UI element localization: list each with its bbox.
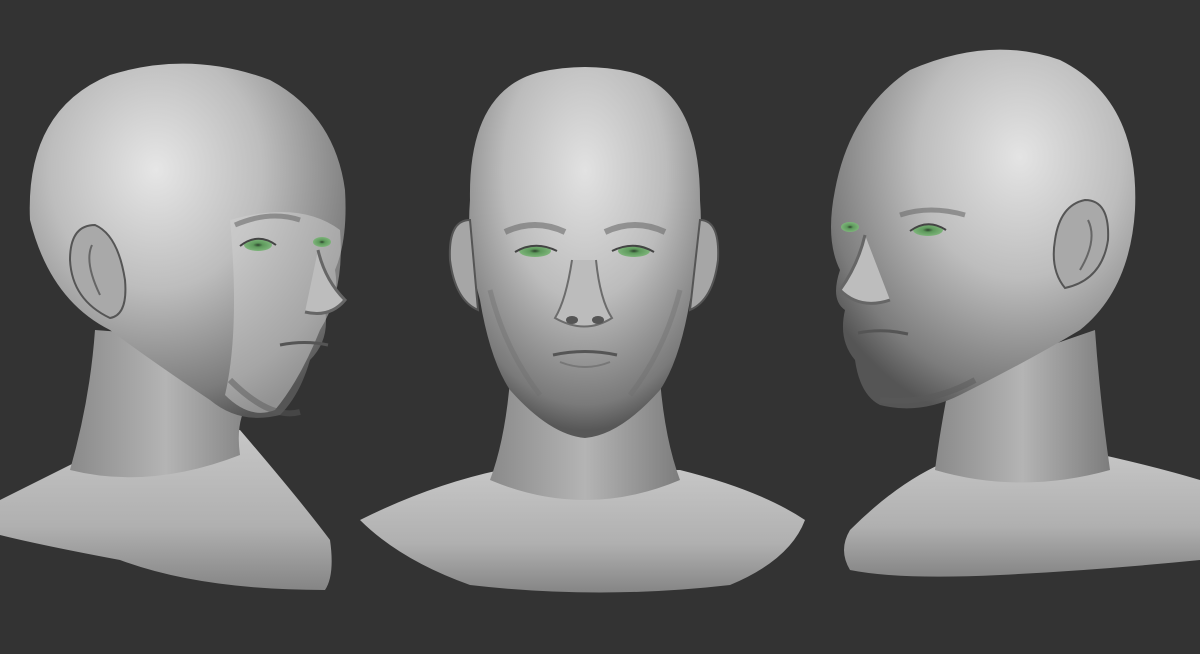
sculpt-render xyxy=(0,49,1200,593)
head-sculpt-three-quarter-mirrored[interactable] xyxy=(831,49,1200,577)
head-sculpt-front[interactable] xyxy=(360,67,805,593)
head-sculpt-three-quarter[interactable] xyxy=(0,63,348,590)
sculpt-viewport[interactable] xyxy=(0,0,1200,654)
